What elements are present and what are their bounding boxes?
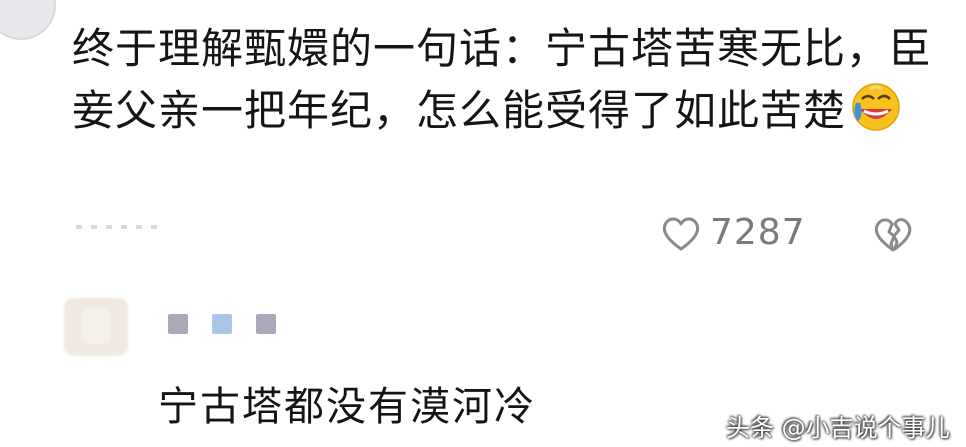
commenter-avatar[interactable] [0, 0, 56, 40]
comment-meta-placeholder [76, 214, 166, 233]
laughing-tears-icon [852, 83, 900, 131]
comment-body: 终于理解甄嬛的一句话：宁古塔苦寒无比，臣妾父亲一把年纪，怎么能受得了如此苦楚 [72, 18, 932, 142]
heart-icon [662, 217, 700, 250]
reply-avatar[interactable] [64, 298, 128, 356]
reply-badge [168, 314, 188, 334]
like-count: 7287 [710, 212, 806, 253]
reply-text: 宁古塔都没有漠河冷 [158, 384, 536, 430]
broken-heart-icon[interactable] [872, 214, 914, 254]
reply-user-badges [168, 314, 276, 334]
watermark: 头条 @小吉说个事儿 [726, 414, 950, 442]
comment-text: 终于理解甄嬛的一句话：宁古塔苦寒无比，臣妾父亲一把年纪，怎么能受得了如此苦楚 [72, 24, 933, 135]
reply-badge [212, 314, 232, 334]
like-button[interactable]: 7287 [660, 212, 806, 253]
comment-actions: 7287 [72, 210, 932, 260]
reply-badge [256, 314, 276, 334]
